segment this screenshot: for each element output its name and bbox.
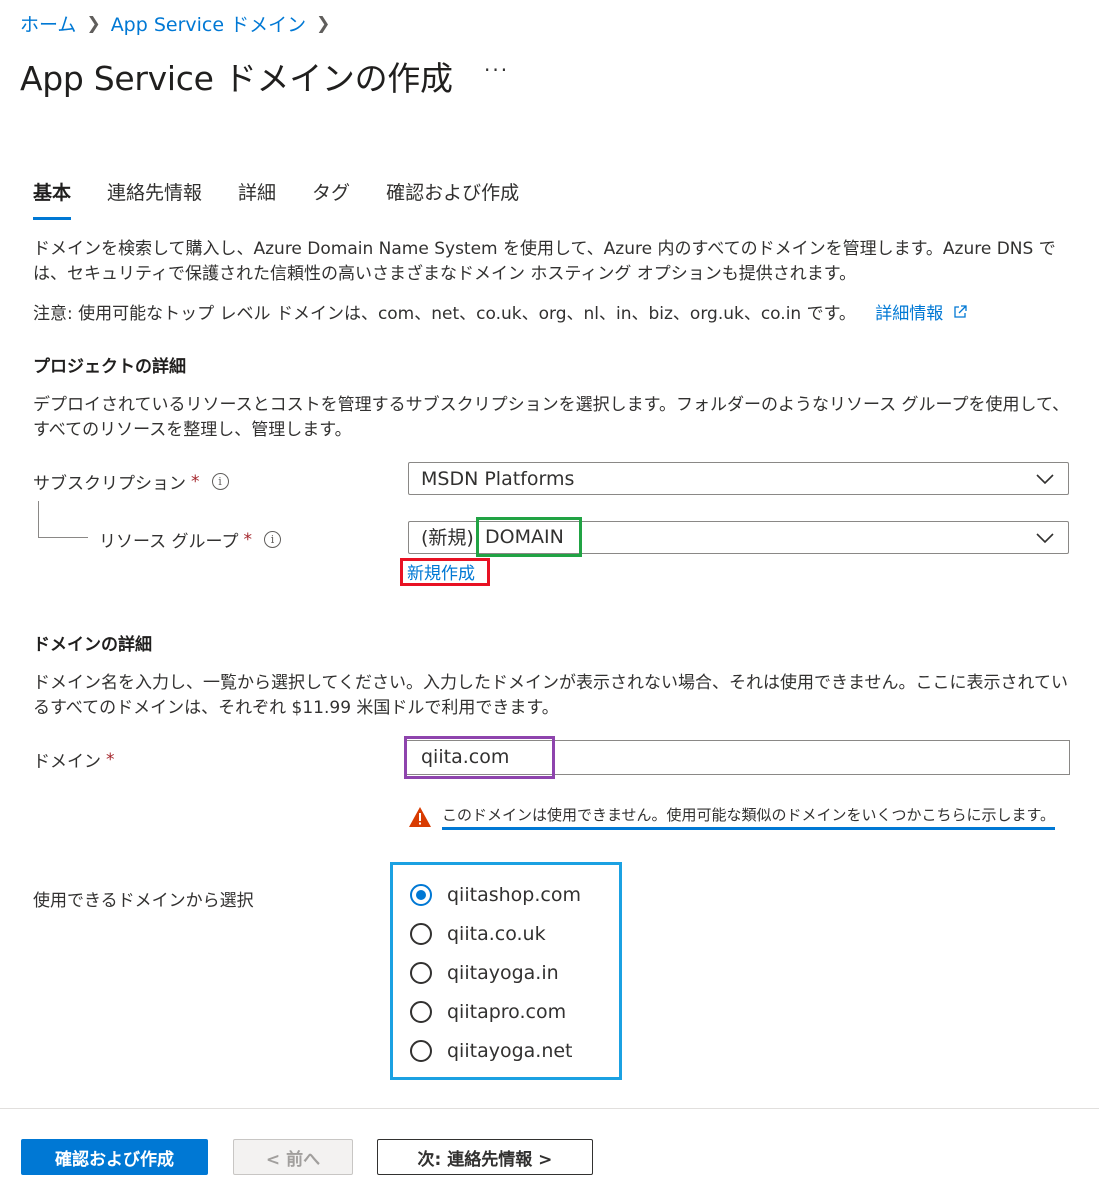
subscription-dropdown[interactable]: MSDN Platforms xyxy=(408,462,1069,495)
domain-option-label: qiitashop.com xyxy=(447,883,581,906)
more-info-link[interactable]: 詳細情報 xyxy=(875,304,967,324)
warning-icon xyxy=(409,807,431,827)
breadcrumb-service-link[interactable]: App Service ドメイン xyxy=(111,10,306,37)
radio-unselected-icon[interactable] xyxy=(410,1039,432,1062)
warning-text: このドメインは使用できません。使用可能な類似のドメインをいくつかこちらに示します… xyxy=(442,804,1056,830)
domain-input-highlight xyxy=(404,736,555,779)
domain-option-label: qiitapro.com xyxy=(447,1000,567,1023)
tab-contact-info[interactable]: 連絡先情報 xyxy=(107,178,202,220)
tld-note: 注意: 使用可能なトップ レベル ドメインは、com、net、co.uk、org… xyxy=(33,302,1073,327)
available-domains-radio-group: qiitashop.com qiita.co.uk qiitayoga.in q… xyxy=(410,875,581,1070)
resource-group-prefix: (新規) xyxy=(421,527,474,549)
chevron-right-icon: ❯ xyxy=(316,13,331,34)
domain-option-label: qiitayoga.net xyxy=(447,1039,573,1062)
domain-option-label: qiitayoga.in xyxy=(447,961,559,984)
review-create-button[interactable]: 確認および作成 xyxy=(21,1139,208,1175)
domain-option-qiitayoga-net[interactable]: qiitayoga.net xyxy=(410,1031,581,1070)
subscription-label-text: サブスクリプション xyxy=(33,474,186,494)
tree-connector-vertical xyxy=(38,501,39,537)
chevron-down-icon xyxy=(1036,533,1054,544)
domain-unavailable-warning: このドメインは使用できません。使用可能な類似のドメインをいくつかこちらに示します… xyxy=(408,804,1056,830)
resource-group-label-text: リソース グループ xyxy=(99,532,239,552)
resource-group-value: DOMAIN xyxy=(476,517,582,557)
info-icon[interactable]: i xyxy=(264,531,282,548)
tree-connector-horizontal xyxy=(38,537,88,538)
domain-option-qiitashop[interactable]: qiitashop.com xyxy=(410,875,581,914)
domain-details-heading: ドメインの詳細 xyxy=(33,635,152,655)
tab-bar: 基本 連絡先情報 詳細 タグ 確認および作成 xyxy=(33,178,555,220)
tld-note-text: 注意: 使用可能なトップ レベル ドメインは、com、net、co.uk、org… xyxy=(33,304,856,324)
domain-option-qiitapro[interactable]: qiitapro.com xyxy=(410,992,581,1031)
required-mark: * xyxy=(106,749,115,770)
domain-option-qiitayoga-in[interactable]: qiitayoga.in xyxy=(410,953,581,992)
previous-button: < 前へ xyxy=(233,1139,353,1175)
radio-unselected-icon[interactable] xyxy=(410,922,432,945)
breadcrumb: ホーム ❯ App Service ドメイン ❯ xyxy=(20,10,340,37)
radio-unselected-icon[interactable] xyxy=(410,1000,432,1023)
radio-selected-icon[interactable] xyxy=(410,883,432,906)
domain-label-text: ドメイン xyxy=(33,752,101,772)
required-mark: * xyxy=(243,529,253,550)
tab-tags[interactable]: タグ xyxy=(312,178,350,220)
subscription-label: サブスクリプション * i xyxy=(33,469,229,494)
more-info-link-label: 詳細情報 xyxy=(875,304,944,324)
external-link-icon xyxy=(954,305,967,318)
chevron-down-icon xyxy=(1036,474,1054,485)
available-domains-label: 使用できるドメインから選択 xyxy=(33,891,254,911)
page-title: App Service ドメインの作成 xyxy=(20,59,453,98)
intro-description: ドメインを検索して購入し、Azure Domain Name System を使… xyxy=(33,239,1056,284)
required-mark: * xyxy=(191,471,200,492)
next-contact-info-button[interactable]: 次: 連絡先情報 > xyxy=(377,1139,593,1175)
tab-basics[interactable]: 基本 xyxy=(33,178,72,220)
more-options-button[interactable]: ··· xyxy=(484,58,509,82)
domain-details-description: ドメイン名を入力し、一覧から選択してください。入力したドメインが表示されない場合… xyxy=(33,673,1068,718)
chevron-right-icon: ❯ xyxy=(86,13,101,34)
project-details-heading: プロジェクトの詳細 xyxy=(33,357,186,377)
info-icon[interactable]: i xyxy=(211,473,229,490)
domain-label: ドメイン * xyxy=(33,747,115,773)
create-new-resource-group-link[interactable]: 新規作成 xyxy=(407,559,475,584)
domain-option-qiita-co-uk[interactable]: qiita.co.uk xyxy=(410,914,581,953)
radio-unselected-icon[interactable] xyxy=(410,961,432,984)
project-details-description: デプロイされているリソースとコストを管理するサブスクリプションを選択します。フォ… xyxy=(33,395,1070,440)
subscription-value: MSDN Platforms xyxy=(421,468,575,490)
breadcrumb-home-link[interactable]: ホーム xyxy=(20,10,76,37)
tab-details[interactable]: 詳細 xyxy=(238,178,276,220)
domain-option-label: qiita.co.uk xyxy=(447,922,546,945)
footer-divider xyxy=(0,1108,1099,1109)
resource-group-label: リソース グループ * i xyxy=(99,527,282,552)
tab-review-create[interactable]: 確認および作成 xyxy=(386,178,519,220)
